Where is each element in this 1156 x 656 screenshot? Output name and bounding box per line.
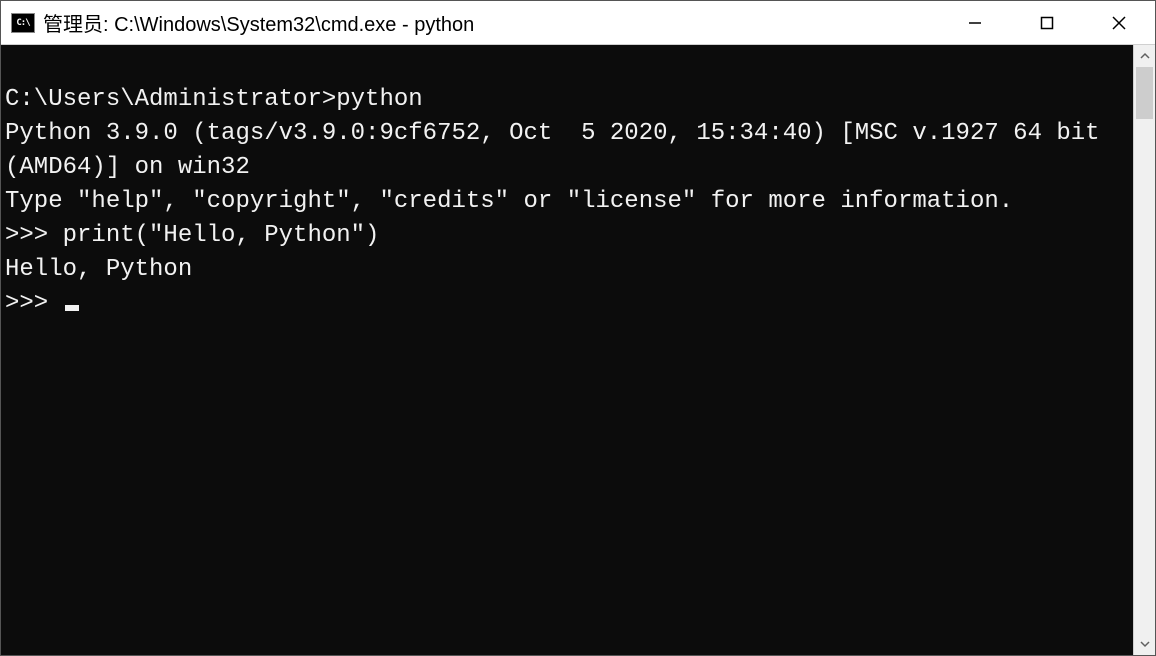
terminal-area: C:\Users\Administrator>pythonPython 3.9.… [1, 45, 1155, 655]
terminal-line: Python 3.9.0 (tags/v3.9.0:9cf6752, Oct 5… [5, 117, 1133, 185]
terminal-output[interactable]: C:\Users\Administrator>pythonPython 3.9.… [1, 45, 1133, 655]
terminal-line: >>> print("Hello, Python") [5, 219, 1133, 253]
close-icon [1111, 15, 1127, 31]
cmd-icon: C:\ [11, 13, 35, 33]
minimize-button[interactable] [939, 1, 1011, 44]
window-title: 管理员: C:\Windows\System32\cmd.exe - pytho… [43, 8, 939, 37]
minimize-icon [968, 16, 982, 30]
terminal-line: C:\Users\Administrator>python [5, 83, 1133, 117]
scroll-track[interactable] [1134, 67, 1155, 633]
scroll-thumb[interactable] [1136, 67, 1153, 119]
maximize-icon [1040, 16, 1054, 30]
titlebar[interactable]: C:\ 管理员: C:\Windows\System32\cmd.exe - p… [1, 1, 1155, 45]
cursor [65, 305, 79, 311]
scroll-down-icon[interactable] [1134, 633, 1155, 655]
terminal-line: Type "help", "copyright", "credits" or "… [5, 185, 1133, 219]
window-frame: C:\ 管理员: C:\Windows\System32\cmd.exe - p… [0, 0, 1156, 656]
window-controls [939, 1, 1155, 44]
terminal-prompt-line[interactable]: >>> [5, 287, 1133, 321]
terminal-prompt: >>> [5, 290, 63, 317]
maximize-button[interactable] [1011, 1, 1083, 44]
terminal-line: Hello, Python [5, 253, 1133, 287]
scroll-up-icon[interactable] [1134, 45, 1155, 67]
scrollbar[interactable] [1133, 45, 1155, 655]
close-button[interactable] [1083, 1, 1155, 44]
terminal-line [5, 49, 1133, 83]
cmd-icon-label: C:\ [16, 18, 29, 28]
